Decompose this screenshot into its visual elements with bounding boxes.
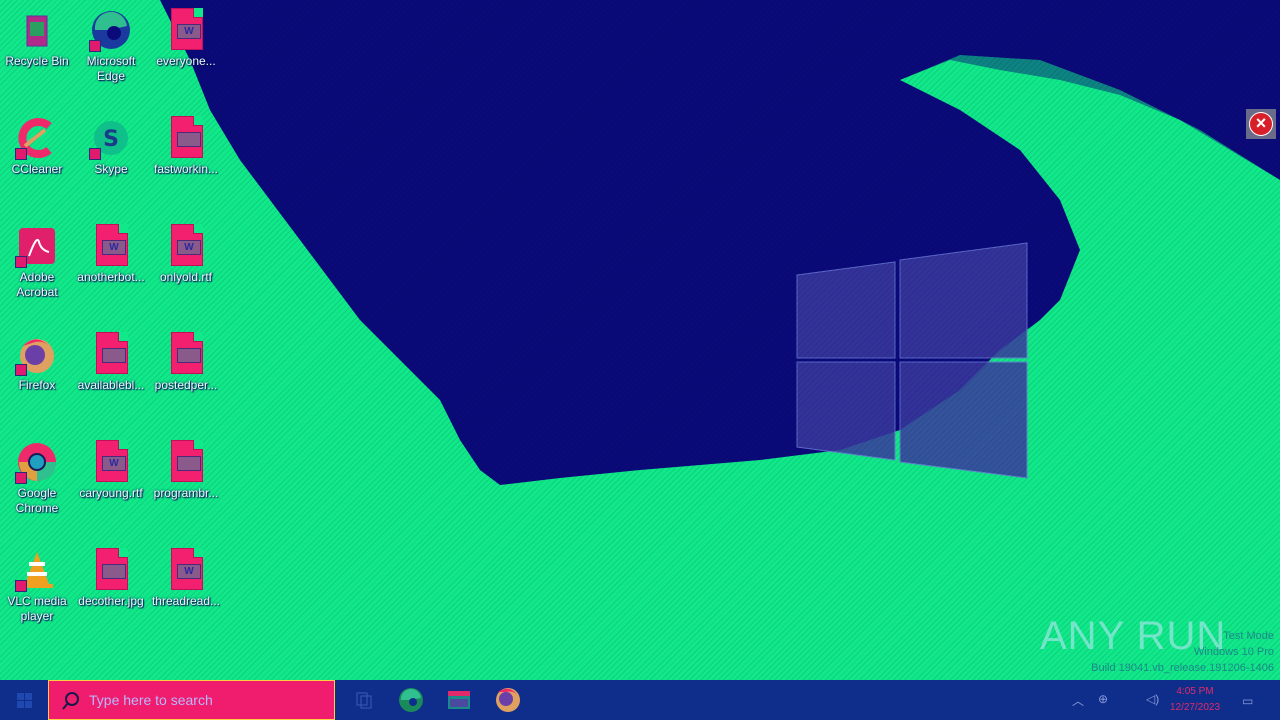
desktop-icon-label: everyone...	[156, 54, 216, 68]
desktop-icon-google-chrome[interactable]: Google Chrome	[0, 434, 74, 516]
desktop-icon-label: programbr...	[153, 486, 219, 500]
desktop-icon-anotherbot[interactable]: Wanotherbot...	[74, 218, 148, 285]
shortcut-arrow-icon	[15, 472, 27, 484]
desktop-icon-label: Skype	[94, 162, 128, 176]
task-view-button[interactable]	[340, 680, 388, 720]
volume-icon[interactable]: ◁)	[1146, 692, 1159, 706]
ccleaner-icon	[15, 116, 59, 160]
desktop-icon-label: caryoung.rtf	[79, 486, 143, 500]
desktop-icon-label: anotherbot...	[77, 270, 145, 284]
desktop-icon-fastworkin[interactable]: fastworkin...	[149, 110, 223, 177]
network-icon[interactable]: ⊕	[1098, 692, 1108, 706]
taskbar-search-box[interactable]: Type here to search	[48, 680, 335, 720]
watermark-line-2: Windows 10 Pro	[1193, 646, 1274, 658]
image-document-icon	[89, 332, 133, 376]
taskbar-file-explorer-button[interactable]	[435, 680, 483, 720]
image-document-icon	[164, 332, 208, 376]
firefox-icon	[15, 332, 59, 376]
desktop-icon-label: CCleaner	[11, 162, 63, 176]
windows-start-icon	[17, 693, 24, 700]
word-document-icon: W	[89, 224, 133, 268]
skype-icon: S	[89, 116, 133, 160]
desktop-icon-label: VLC media player	[7, 594, 67, 623]
desktop-icon-vlc-media-player[interactable]: VLC media player	[0, 542, 74, 624]
desktop-icon-adobe-acrobat[interactable]: Adobe Acrobat	[0, 218, 74, 300]
desktop-icon-microsoft-edge[interactable]: Microsoft Edge	[74, 2, 148, 84]
desktop-icon-label: decother.jpg	[78, 594, 144, 608]
desktop-icon-label: availablebl...	[77, 378, 145, 392]
close-icon: ×	[1249, 112, 1273, 136]
start-button[interactable]	[0, 680, 48, 720]
notification-center-icon[interactable]: ▭	[1242, 694, 1253, 708]
taskbar-edge-button[interactable]	[387, 680, 435, 720]
desktop-icon-label: threadread...	[151, 594, 221, 608]
desktop-icon-threadread[interactable]: Wthreadread...	[149, 542, 223, 609]
shortcut-arrow-icon	[15, 148, 27, 160]
clock-date: 12/27/2023	[1169, 702, 1221, 713]
word-document-icon: W	[164, 224, 208, 268]
shortcut-arrow-icon	[15, 580, 27, 592]
firefox-icon	[496, 688, 520, 712]
vlc-icon	[15, 548, 59, 592]
taskbar-clock[interactable]: 4:05 PM 12/27/2023	[1160, 684, 1230, 716]
watermark-line-3: Build 19041.vb_release.191206-1406	[1091, 662, 1274, 674]
svg-text:S: S	[103, 127, 119, 152]
close-button[interactable]: ×	[1246, 109, 1276, 139]
search-icon	[62, 692, 79, 710]
recycle-bin-icon	[15, 8, 59, 52]
edge-icon	[399, 688, 423, 712]
edge-icon	[89, 8, 133, 52]
shortcut-arrow-icon	[15, 256, 27, 268]
desktop-icon-everyone[interactable]: Weveryone...	[149, 2, 223, 69]
desktop-icon-postedper[interactable]: postedper...	[149, 326, 223, 393]
watermark-line-1: Test Mode	[1223, 630, 1274, 642]
desktop-icon-availablebl[interactable]: availablebl...	[74, 326, 148, 393]
image-document-icon	[164, 116, 208, 160]
desktop-icon-label: Microsoft Edge	[86, 54, 136, 83]
desktop-icon-skype[interactable]: S Skype	[74, 110, 148, 177]
search-placeholder: Type here to search	[89, 692, 213, 708]
shortcut-arrow-icon	[89, 40, 101, 52]
taskbar-firefox-button[interactable]	[484, 680, 532, 720]
desktop-icon-label: Recycle Bin	[5, 54, 69, 68]
word-document-icon: W	[164, 8, 208, 52]
desktop-icon-label: fastworkin...	[153, 162, 219, 176]
desktop-icon-onlyold-rtf[interactable]: Wonlyold.rtf	[149, 218, 223, 285]
desktop-icon-label: Adobe Acrobat	[16, 270, 58, 299]
clock-time: 4:05 PM	[1176, 686, 1214, 697]
chrome-icon	[15, 440, 59, 484]
desktop-icon-decother-jpg[interactable]: decother.jpg	[74, 542, 148, 609]
desktop-icon-firefox[interactable]: Firefox	[0, 326, 74, 393]
file-explorer-icon	[448, 691, 470, 709]
shortcut-arrow-icon	[89, 148, 101, 160]
word-document-icon: W	[164, 548, 208, 592]
desktop-icon-ccleaner[interactable]: CCleaner	[0, 110, 74, 177]
desktop-icon-caryoung-rtf[interactable]: Wcaryoung.rtf	[74, 434, 148, 501]
task-view-icon	[356, 692, 372, 709]
desktop-icon-label: postedper...	[154, 378, 218, 392]
image-document-icon	[89, 548, 133, 592]
desktop-icon-label: Firefox	[18, 378, 56, 392]
shortcut-arrow-icon	[15, 364, 27, 376]
taskbar: Type here to search ︿ ⊕ ◁) 4:05 PM 12/27…	[0, 680, 1280, 720]
desktop-icon-programbr[interactable]: programbr...	[149, 434, 223, 501]
word-document-icon: W	[89, 440, 133, 484]
desktop-icon-recycle-bin[interactable]: Recycle Bin	[0, 2, 74, 69]
image-document-icon	[164, 440, 208, 484]
desktop-icon-label: onlyold.rtf	[159, 270, 213, 284]
show-hidden-icons-chevron-icon[interactable]: ︿	[1072, 692, 1084, 709]
acrobat-icon	[15, 224, 59, 268]
desktop-icon-label: Google Chrome	[15, 486, 59, 515]
